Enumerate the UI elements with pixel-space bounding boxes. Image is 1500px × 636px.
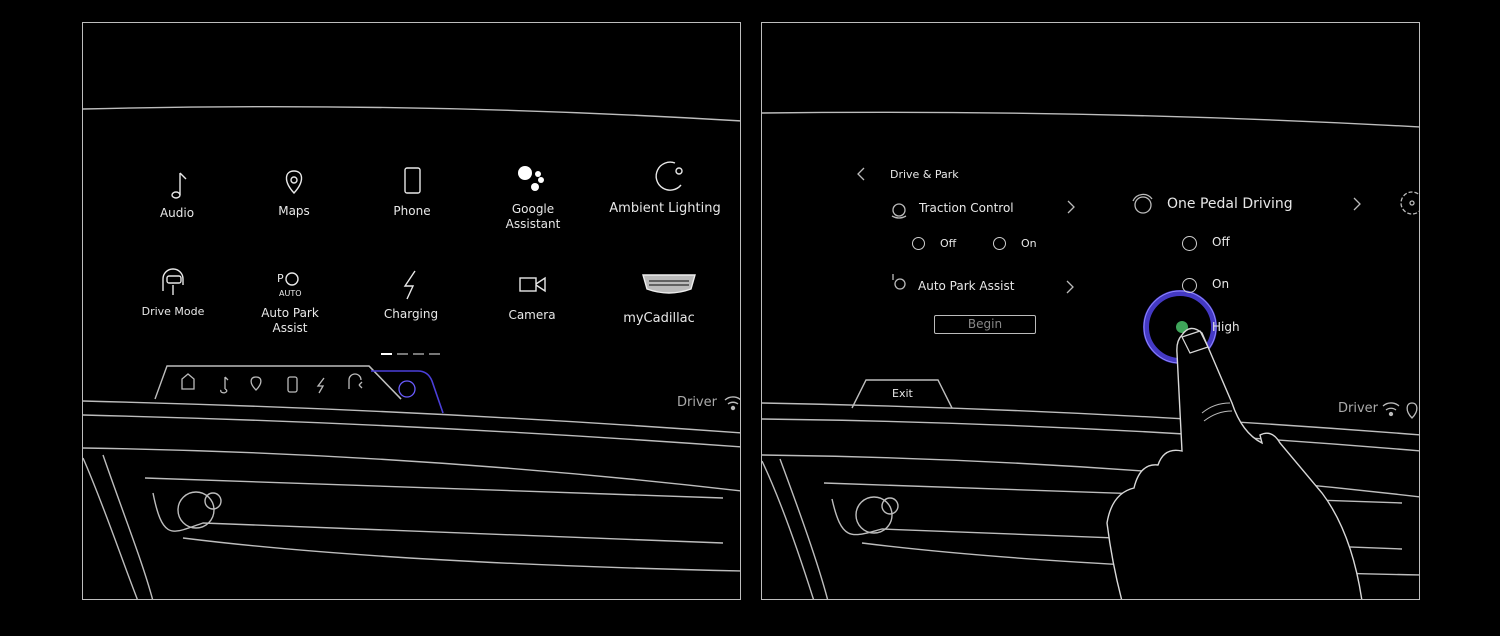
- page-dot[interactable]: [429, 353, 440, 355]
- traction-off-label: Off: [940, 237, 957, 250]
- dock-maps-icon[interactable]: [250, 376, 262, 391]
- app-maps[interactable]: Maps: [278, 204, 310, 219]
- gauge-icon: [1400, 191, 1419, 215]
- begin-button[interactable]: Begin: [934, 315, 1036, 334]
- cadillac-crest-icon: [642, 274, 696, 294]
- wifi-icon: [724, 396, 740, 411]
- app-audio[interactable]: Audio: [160, 206, 194, 221]
- auto-park-icon: [892, 274, 906, 290]
- auto-park-icon: P AUTO: [277, 272, 302, 298]
- one-pedal-on-label: On: [1212, 277, 1230, 291]
- chevron-left-icon[interactable]: [857, 167, 865, 181]
- driver-profile-label[interactable]: Driver: [1338, 401, 1378, 416]
- ambient-lighting-icon: [655, 161, 683, 191]
- music-note-icon: [171, 172, 187, 199]
- page-dot-active[interactable]: [381, 353, 392, 355]
- app-ambient-lighting[interactable]: Ambient Lighting: [609, 201, 720, 216]
- drive-park-panel: Drive & Park Traction Control Off On Aut…: [761, 22, 1420, 600]
- drive-mode-icon: [162, 268, 184, 295]
- traction-off-radio[interactable]: [912, 237, 925, 250]
- one-pedal-off-label: Off: [1212, 235, 1230, 249]
- location-icon: [1406, 402, 1418, 419]
- exit-button[interactable]: Exit: [892, 386, 913, 401]
- dashboard-line-art: [762, 111, 1419, 599]
- lightning-icon: [403, 270, 416, 300]
- hand-illustration: [1106, 327, 1363, 599]
- app-auto-park-assist[interactable]: Auto Park Assist: [261, 306, 319, 336]
- wifi-icon: [1382, 402, 1400, 417]
- traction-control-icon: [891, 203, 907, 219]
- traction-on-radio[interactable]: [993, 237, 1006, 250]
- page-dot[interactable]: [413, 353, 424, 355]
- one-pedal-driving-icon: [1132, 193, 1153, 214]
- app-camera[interactable]: Camera: [508, 308, 555, 323]
- app-charging[interactable]: Charging: [384, 307, 438, 322]
- traction-on-label: On: [1021, 237, 1037, 250]
- dock-home-icon[interactable]: [181, 373, 195, 390]
- chevron-right-icon[interactable]: [1353, 197, 1361, 211]
- app-phone[interactable]: Phone: [393, 204, 430, 219]
- traction-control-label[interactable]: Traction Control: [919, 201, 1014, 216]
- dock-charging-icon[interactable]: [316, 377, 325, 394]
- camera-icon: [519, 276, 546, 293]
- dock-music-icon[interactable]: [220, 376, 229, 394]
- driver-profile-label[interactable]: Driver: [677, 395, 717, 410]
- one-pedal-driving-label[interactable]: One Pedal Driving: [1167, 197, 1293, 212]
- phone-icon: [404, 167, 421, 194]
- app-mycadillac[interactable]: myCadillac: [623, 311, 695, 326]
- dock-drive-park-icon[interactable]: [398, 380, 416, 398]
- chevron-right-icon[interactable]: [1067, 200, 1075, 214]
- chevron-right-icon[interactable]: [1066, 280, 1074, 294]
- page-dot[interactable]: [397, 353, 408, 355]
- dock-active-tab[interactable]: [371, 370, 444, 414]
- app-google-assistant[interactable]: Google Assistant: [506, 202, 561, 232]
- app-drive-mode[interactable]: Drive Mode: [142, 304, 205, 319]
- dock-phone-icon[interactable]: [287, 376, 298, 393]
- one-pedal-on-radio[interactable]: [1182, 278, 1197, 293]
- page-title: Drive & Park: [890, 168, 959, 181]
- dock-drive-mode-icon[interactable]: [348, 373, 363, 389]
- home-screen-panel: P AUTO Audio Maps Phone Google Assistant …: [82, 22, 741, 600]
- svg-text:P: P: [277, 272, 284, 285]
- one-pedal-off-radio[interactable]: [1182, 236, 1197, 251]
- page-indicator: [381, 353, 440, 355]
- one-pedal-high-label[interactable]: High: [1212, 320, 1240, 335]
- auto-park-assist-label[interactable]: Auto Park Assist: [918, 279, 1014, 294]
- svg-text:AUTO: AUTO: [279, 289, 302, 298]
- map-pin-icon: [285, 170, 303, 195]
- google-assistant-icon: [518, 166, 544, 191]
